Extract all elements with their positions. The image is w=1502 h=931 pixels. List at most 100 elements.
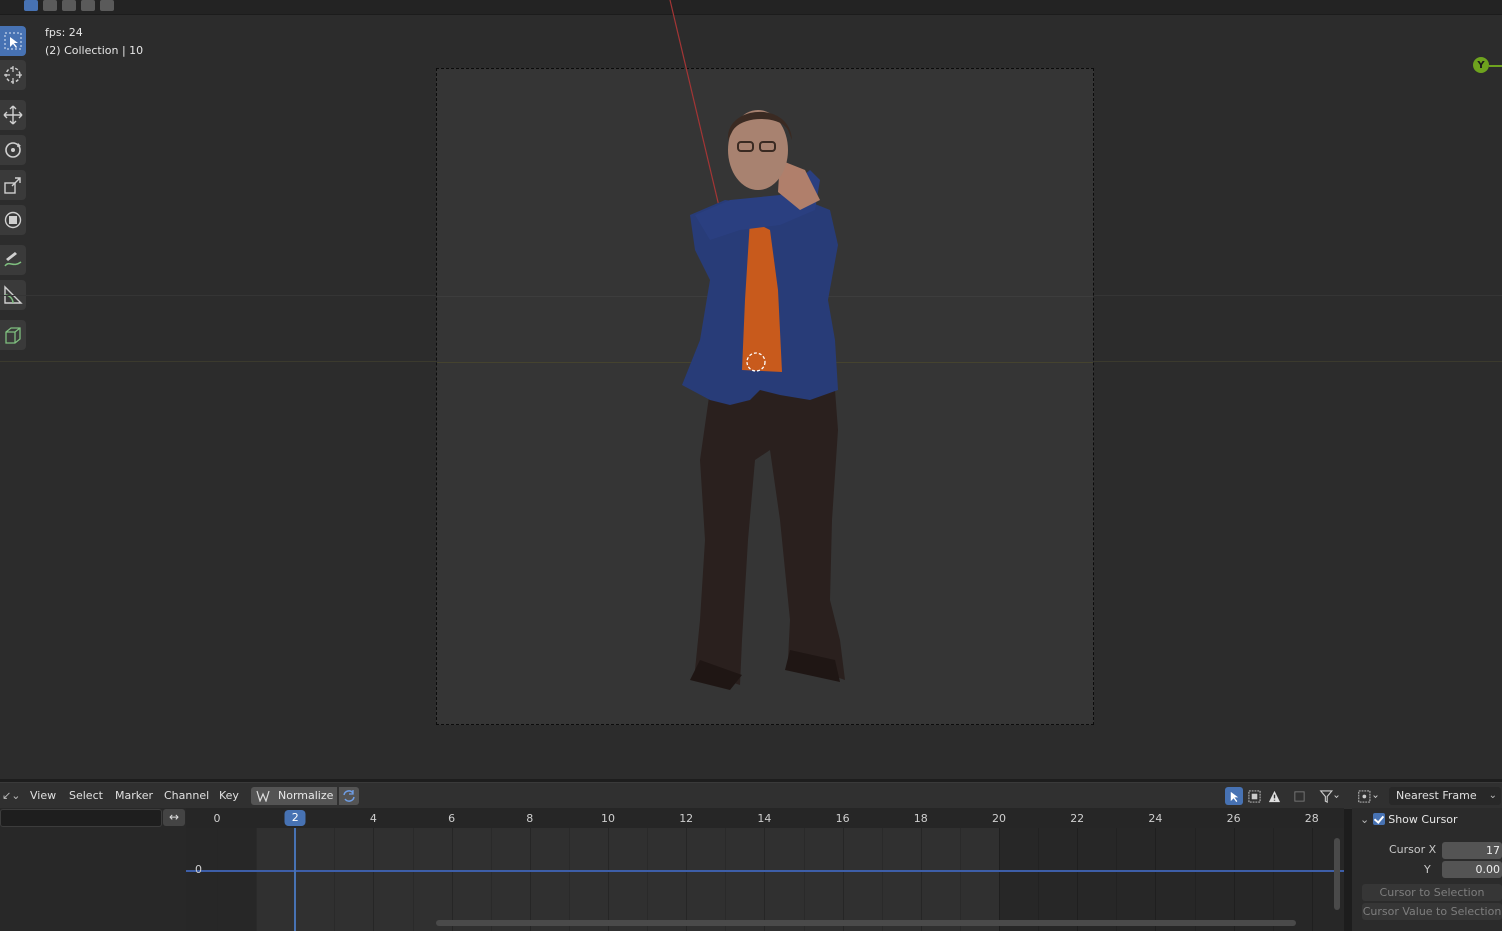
menu-marker[interactable]: Marker — [115, 783, 153, 809]
cursor-icon — [4, 66, 22, 84]
horizontal-scrollbar[interactable] — [436, 920, 1296, 926]
playhead[interactable] — [294, 828, 297, 931]
frame-tick-label: 20 — [992, 812, 1006, 825]
frame-tick-label: 0 — [213, 812, 221, 825]
select-mode-subtract-icon[interactable] — [62, 0, 76, 11]
annotate-tool[interactable] — [0, 245, 26, 275]
cursor-tool[interactable] — [0, 60, 26, 90]
normalize-icon — [256, 790, 270, 802]
out-of-range-shade-start — [186, 828, 257, 931]
frame-grid-line — [920, 828, 922, 931]
refresh-icon — [343, 790, 355, 802]
collection-info: (2) Collection | 10 — [45, 44, 144, 57]
frame-tick-label: 18 — [913, 812, 928, 825]
frame-grid-line-minor — [412, 828, 414, 931]
channel-search-input[interactable] — [0, 809, 162, 827]
fps-readout: fps: 24 — [45, 26, 83, 39]
frame-grid-line-minor — [334, 828, 336, 931]
frame-grid-line-minor — [568, 828, 570, 931]
frame-grid-line-minor — [725, 828, 727, 931]
scale-icon — [4, 177, 21, 194]
cursor-x-label: Cursor X — [1389, 843, 1437, 856]
add-cube-tool[interactable] — [0, 320, 26, 350]
vertical-scrollbar[interactable] — [1334, 838, 1340, 910]
annotate-icon — [4, 252, 22, 267]
menu-view[interactable]: View — [30, 783, 56, 809]
move-icon — [3, 105, 23, 125]
frame-grid-line-minor — [490, 828, 492, 931]
show-cursor-checkbox[interactable] — [1373, 813, 1386, 825]
snap-mode-dropdown[interactable]: Nearest Frame ⌄ — [1389, 787, 1501, 805]
frame-tick-label: 28 — [1304, 812, 1319, 825]
panel-collapse-icon[interactable]: ⌄ — [1360, 813, 1369, 826]
move-tool[interactable] — [0, 100, 26, 130]
viewport-header-strip — [0, 0, 1502, 15]
select-mode-extend-icon[interactable] — [43, 0, 57, 11]
frame-grid-line-minor — [803, 828, 805, 931]
cursor-value-to-selection-button[interactable]: Cursor Value to Selection — [1362, 903, 1502, 920]
cursor-y-label: Y — [1424, 863, 1431, 876]
scale-tool[interactable] — [0, 170, 26, 200]
select-box-tool[interactable] — [0, 26, 26, 56]
rotate-tool[interactable] — [0, 135, 26, 165]
only-selected-icon[interactable] — [1225, 787, 1243, 805]
gizmo-y-line — [1489, 65, 1502, 67]
select-mode-difference-icon[interactable] — [81, 0, 95, 11]
frame-grid-line-minor — [881, 828, 883, 931]
swap-icon[interactable]: ↔ — [163, 809, 185, 826]
viewport-text-overlay: fps: 24 (2) Collection | 10 — [45, 24, 143, 60]
frame-grid-line — [373, 828, 375, 931]
show-hidden-icon[interactable] — [1245, 787, 1263, 805]
frame-grid-line — [529, 828, 531, 931]
menu-select[interactable]: Select — [69, 783, 103, 809]
person-pointcloud[interactable] — [670, 100, 860, 700]
frame-tick-label: 22 — [1070, 812, 1085, 825]
show-cursor-row[interactable]: ⌄ Show Cursor — [1360, 812, 1458, 828]
frame-tick-label: 14 — [757, 812, 772, 825]
show-cursor-label: Show Cursor — [1388, 813, 1458, 826]
frame-tick-label: 10 — [601, 812, 615, 825]
select-mode-new-icon[interactable] — [24, 0, 38, 11]
pivot-point-icon[interactable] — [1354, 787, 1384, 805]
out-of-range-shade — [999, 828, 1344, 931]
menu-channel[interactable]: Channel — [164, 783, 209, 809]
current-frame-badge[interactable]: 2 — [284, 810, 306, 826]
editor-type-icon[interactable]: ↙⌄ — [2, 783, 20, 809]
frame-grid-line — [608, 828, 609, 931]
cursor-to-selection-button[interactable]: Cursor to Selection — [1362, 884, 1502, 901]
normalize-toggle[interactable]: Normalize — [251, 787, 337, 805]
graph-editor: ↙⌄ View Select Marker Channel Key Normal… — [0, 779, 1502, 931]
add-cube-icon — [5, 327, 21, 344]
frame-tick-label: 4 — [369, 812, 377, 825]
only-errors-icon[interactable] — [1265, 787, 1283, 805]
channel-region[interactable]: ↔ — [0, 808, 186, 931]
ghost-curves-icon[interactable] — [1290, 787, 1308, 805]
frame-grid-line — [686, 828, 688, 931]
frame-ruler[interactable]: 0 2 4 6 8 10 12 14 16 18 20 22 24 26 28 — [186, 808, 1344, 828]
y-axis-label: 0 — [195, 863, 202, 876]
frame-grid-line-minor — [256, 828, 258, 931]
cursor-y-field[interactable]: 0.00 — [1442, 861, 1502, 878]
cursor-x-field[interactable]: 17 — [1442, 842, 1502, 859]
frame-tick-label: 6 — [448, 812, 456, 825]
graph-area[interactable]: 0 — [186, 828, 1344, 931]
menu-key[interactable]: Key — [219, 783, 239, 809]
frame-grid-line-minor — [959, 828, 961, 931]
gizmo-y-axis[interactable]: Y — [1473, 57, 1489, 73]
frame-tick-label: 8 — [526, 812, 534, 825]
rotate-icon — [5, 142, 21, 158]
transform-tool[interactable] — [0, 205, 26, 235]
frame-grid-line-minor — [647, 828, 649, 931]
view-sidebar: ⌄ Show Cursor Cursor X 17 Y 0.00 Cursor t… — [1352, 808, 1502, 931]
filter-icon[interactable] — [1316, 787, 1344, 805]
graph-editor-header: ↙⌄ View Select Marker Channel Key Normal… — [0, 782, 1502, 809]
frame-grid-line — [842, 828, 844, 931]
select-mode-intersect-icon[interactable] — [100, 0, 114, 11]
auto-normalize-button[interactable] — [339, 787, 359, 805]
fcurve-line[interactable] — [186, 870, 1344, 872]
frame-grid-line — [764, 828, 766, 931]
3d-viewport[interactable]: fps: 24 (2) Collection | 10 Y — [0, 0, 1502, 779]
frame-grid-line — [451, 828, 453, 931]
frame-grid-line — [217, 828, 218, 931]
select-box-icon — [4, 32, 22, 50]
